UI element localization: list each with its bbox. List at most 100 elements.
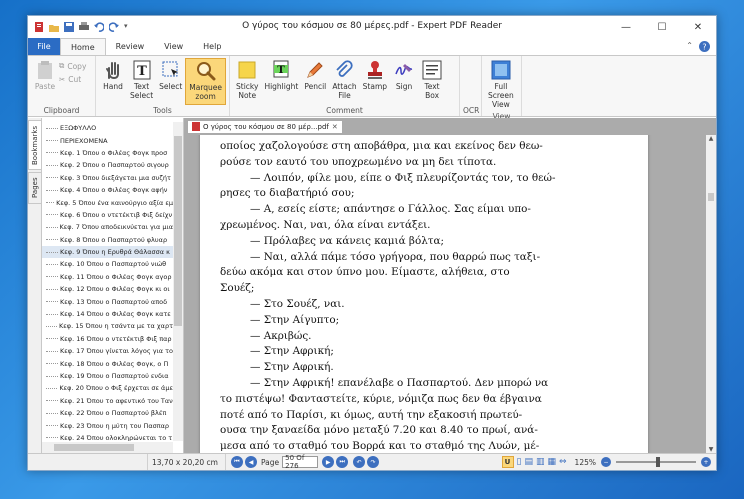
bookmark-item[interactable]: Κεφ. 15 Όπου η τσάντα με τα χαρτ — [42, 320, 173, 332]
tree-connector — [46, 288, 58, 290]
continuous-page-icon[interactable]: ▤ — [524, 457, 533, 467]
bookmark-item[interactable]: Κεφ. 20 Όπου ο Φιξ έρχεται σε άμε — [42, 382, 173, 394]
document-vertical-scrollbar[interactable]: ▲ ▼ — [706, 135, 716, 453]
bookmarks-vertical-scrollbar[interactable] — [173, 122, 183, 441]
bookmarks-horizontal-scrollbar[interactable] — [42, 442, 173, 453]
tab-file[interactable]: File — [28, 38, 60, 55]
bookmark-item[interactable]: Κεφ. 3 Όπου διεξάγεται μια συζήτ — [42, 172, 173, 184]
close-button[interactable]: ✕ — [680, 16, 716, 38]
sign-button[interactable]: Sign — [390, 58, 418, 105]
page-number-input[interactable]: 50 Of 276 — [282, 454, 319, 470]
cut-button[interactable]: ✂ Cut — [59, 75, 86, 84]
pencil-button[interactable]: Pencil — [301, 58, 329, 105]
document-tab[interactable]: Ο γύρος του κόσμου σε 80 μέρ...pdf ✕ — [187, 120, 343, 134]
bookmark-item[interactable]: Κεφ. 1 Όπου ο Φιλέας Φογκ προσ — [42, 147, 173, 159]
close-tab-icon[interactable]: ✕ — [332, 123, 338, 131]
scroll-down-icon[interactable]: ▼ — [706, 446, 716, 453]
bookmark-item[interactable]: Κεφ. 14 Όπου ο Φιλέας Φογκ κατε — [42, 308, 173, 320]
full-screen-button[interactable]: Full Screen View — [485, 58, 517, 111]
bookmark-item[interactable]: Κεφ. 7 Όπου αποδεικνύεται για μια — [42, 221, 173, 233]
tab-view[interactable]: View — [154, 38, 193, 55]
first-page-button[interactable]: ⏮ — [231, 456, 243, 468]
bookmark-item[interactable]: Κεφ. 18 Όπου ο Φιλέας Φογκ, ο Π — [42, 357, 173, 369]
attach-file-button[interactable]: Attach File — [329, 58, 359, 105]
bookmark-item[interactable]: Κεφ. 10 Όπου ο Πασπαρτού νιώθ — [42, 258, 173, 270]
bookmark-label: Κεφ. 3 Όπου διεξάγεται μια συζήτ — [60, 173, 171, 182]
bookmark-item[interactable]: Κεφ. 16 Όπου ο ντετέκτιβ Φιξ παρ — [42, 333, 173, 345]
marquee-zoom-button[interactable]: Marquee zoom — [185, 58, 226, 105]
next-page-button[interactable]: ▶ — [322, 456, 335, 468]
collapse-ribbon-icon[interactable]: ⌃ — [686, 41, 693, 54]
single-page-icon[interactable]: ▯ — [517, 457, 522, 467]
copy-button[interactable]: ⧉ Copy — [59, 61, 86, 71]
select-button[interactable]: Select — [156, 58, 185, 105]
document-view[interactable]: οποίος χαζολογούσε στη αποβάθρα, μια και… — [184, 135, 706, 453]
tab-review[interactable]: Review — [106, 38, 155, 55]
tree-connector — [46, 164, 58, 166]
text-select-button[interactable]: T Text Select — [127, 58, 156, 105]
facing-pages-icon[interactable]: ▥ — [536, 457, 545, 467]
bookmark-item[interactable]: Κεφ. 6 Όπου ο ντετέκτιβ Φιξ δείχν — [42, 209, 173, 221]
tab-help[interactable]: Help — [193, 38, 231, 55]
save-icon[interactable] — [64, 22, 74, 32]
tree-connector — [46, 313, 58, 315]
maximize-button[interactable]: ☐ — [644, 16, 680, 38]
bookmark-item[interactable]: Κεφ. 22 Όπου ο Πασπαρτού βλέπ — [42, 407, 173, 419]
highlight-icon: T — [271, 60, 291, 80]
open-icon[interactable] — [49, 22, 59, 32]
bookmark-item[interactable]: Κεφ. 5 Όπου ένα καινούργιο αξία εμ — [42, 196, 173, 208]
bookmark-item[interactable]: ΕΞΩΦΥΛΛΟ — [42, 122, 173, 134]
go-forward-button[interactable]: ↷ — [367, 456, 380, 468]
bookmark-label: Κεφ. 16 Όπου ο ντετέκτιβ Φιξ παρ — [60, 334, 172, 343]
zoom-slider[interactable] — [616, 457, 696, 467]
zoom-out-button[interactable]: − — [601, 457, 611, 467]
paste-button[interactable]: Paste — [31, 58, 59, 105]
bookmarks-panel: ΕΞΩΦΥΛΛΟ ΠΕΡΙΕΧΟΜΕΝΑ Κεφ. 1 Όπου ο Φιλέας … — [42, 118, 184, 453]
fit-width-icon[interactable]: ⇔ — [559, 457, 567, 467]
bookmark-item[interactable]: Κεφ. 8 Όπου ο Πασπαρτού φλυαρ — [42, 234, 173, 246]
redo-icon[interactable] — [108, 22, 119, 32]
highlight-button[interactable]: T Highlight — [261, 58, 301, 105]
bookmark-item[interactable]: Κεφ. 21 Όπου το αφεντικό του Ταν — [42, 395, 173, 407]
bookmark-item[interactable]: Κεφ. 11 Όπου ο Φιλέας Φογκ αγορ — [42, 271, 173, 283]
text-select-mode-icon[interactable]: U — [501, 456, 514, 468]
bookmark-item[interactable]: ΠΕΡΙΕΧΟΜΕΝΑ — [42, 134, 173, 146]
facing-continuous-icon[interactable]: ▦ — [547, 457, 556, 467]
tab-home[interactable]: Home — [60, 38, 106, 55]
scroll-up-icon[interactable]: ▲ — [706, 135, 716, 142]
bookmark-item[interactable]: Κεφ. 24 Όπου ολοκληρώνεται το τ — [42, 432, 173, 441]
tree-connector — [46, 387, 58, 389]
minimize-button[interactable]: — — [608, 16, 644, 38]
main-area: Bookmarks Pages ΕΞΩΦΥΛΛΟ ΠΕΡΙΕΧΟΜΕΝΑ Κεφ. … — [28, 118, 716, 453]
sticky-note-button[interactable]: Sticky Note — [233, 58, 261, 105]
bookmark-label: Κεφ. 14 Όπου ο Φιλέας Φογκ κατε — [60, 310, 171, 319]
print-icon[interactable] — [79, 22, 89, 32]
hand-tool-button[interactable]: Hand — [99, 58, 127, 105]
bookmark-item[interactable]: Κεφ. 12 Όπου ο Φιλέας Φογκ κι οι — [42, 283, 173, 295]
undo-icon[interactable] — [94, 22, 105, 32]
help-icon[interactable]: ? — [699, 41, 710, 54]
bookmark-item[interactable]: Κεφ. 19 Όπου ο Πασπαρτού ενδια — [42, 370, 173, 382]
previous-page-button[interactable]: ◀ — [245, 456, 257, 468]
go-back-button[interactable]: ↶ — [353, 456, 366, 468]
bookmark-item[interactable]: Κεφ. 9 Όπου η Ερυθρά Θάλασσα κ — [42, 245, 173, 259]
bookmark-item[interactable]: Κεφ. 4 Όπου ο Φιλέας Φογκ αφήν — [42, 184, 173, 196]
view-mode-buttons: U ▯ ▤ ▥ ▦ ⇔ — [498, 454, 571, 471]
svg-text:T: T — [278, 65, 286, 76]
last-page-button[interactable]: ⏭ — [336, 456, 349, 468]
bookmark-item[interactable]: Κεφ. 2 Όπου ο Πασπαρτού σιγουρ — [42, 159, 173, 171]
text-box-button[interactable]: Text Box — [418, 58, 446, 105]
tab-bookmarks[interactable]: Bookmarks — [28, 120, 42, 170]
clipboard-group: Paste ⧉ Copy ✂ Cut Clipboard — [28, 56, 96, 116]
stamp-button[interactable]: Stamp — [360, 58, 390, 105]
page-text-line: — Στην Αφρική! επανέλαβε ο Πασπαρτού. Δε… — [250, 376, 549, 389]
bookmark-item[interactable]: Κεφ. 23 Όπου η μύτη του Πασπαρ — [42, 419, 173, 431]
zoom-in-button[interactable]: + — [701, 457, 711, 467]
tree-connector — [46, 338, 58, 340]
page-text-line: ποτέ από το Παρίσι, κι όμως, αυτή την εξ… — [220, 408, 523, 421]
bookmark-label: Κεφ. 19 Όπου ο Πασπαρτού ενδια — [60, 372, 169, 380]
bookmark-item[interactable]: Κεφ. 17 Όπου γίνεται λόγος για το — [42, 345, 173, 357]
bookmark-item[interactable]: Κεφ. 13 Όπου ο Πασπαρτού αποδ — [42, 295, 173, 307]
tab-pages[interactable]: Pages — [28, 172, 42, 204]
customize-qat-icon[interactable]: ▾ — [124, 22, 134, 32]
